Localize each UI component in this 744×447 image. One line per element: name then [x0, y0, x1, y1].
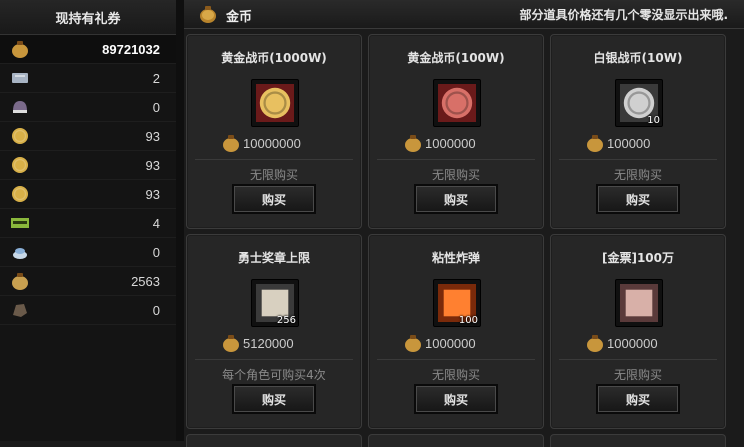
gold-pouch-icon [221, 133, 241, 153]
shop-item-card: 勇士奖章上限 256 5120000 每个角色可购买4次 购买 [186, 234, 362, 429]
item-slot[interactable] [433, 79, 481, 127]
item-price: 1000000 [425, 136, 476, 151]
gold-pouch-icon [403, 333, 423, 353]
item-price: 1000000 [425, 336, 476, 351]
gold-coin-icon [256, 84, 294, 122]
category-title: 金币 [226, 10, 253, 25]
purchase-limit: 无限购买 [249, 168, 298, 182]
gold-coin-icon [10, 126, 30, 146]
scrollbar[interactable] [176, 0, 184, 441]
coupon-row[interactable]: 2563 [0, 267, 176, 296]
gold-pouch-icon [221, 333, 241, 353]
card-divider [377, 359, 535, 360]
item-quantity: 100 [458, 315, 478, 326]
gold-pouch-icon [200, 6, 216, 23]
item-quantity: 10 [647, 115, 660, 126]
purchase-limit: 无限购买 [431, 168, 480, 182]
helmet-icon [10, 97, 30, 117]
item-slot[interactable] [615, 279, 663, 327]
coupon-row[interactable]: 93 [0, 180, 176, 209]
gold-coin-icon [10, 184, 30, 204]
coupon-value: 93 [145, 157, 160, 173]
copper-coin-icon [438, 84, 476, 122]
item-name: 粘性炸弹 [431, 251, 480, 265]
item-name: 白银战币(10W) [593, 51, 683, 65]
item-name: 勇士奖章上限 [237, 251, 310, 265]
buy-button[interactable]: 购买 [596, 184, 680, 214]
gold-pouch-icon [403, 133, 423, 153]
item-name: 黄金战币(1000W) [221, 51, 327, 65]
item-price: 100000 [607, 136, 651, 151]
coupon-value: 89721032 [102, 41, 160, 57]
item-slot[interactable]: 100 [433, 279, 481, 327]
purchase-limit: 无限购买 [613, 168, 662, 182]
coupon-row[interactable]: 0 [0, 93, 176, 122]
ore-icon [10, 300, 30, 320]
coupon-row[interactable]: 2 [0, 64, 176, 93]
ticket-icon [10, 68, 30, 88]
coupon-list: 89721032 2 0 93 93 93 4 0 2563 0 [0, 35, 176, 325]
gold-ticket-icon [620, 284, 658, 322]
item-price: 1000000 [607, 336, 658, 351]
coupon-row[interactable]: 0 [0, 238, 176, 267]
coupon-row[interactable]: 93 [0, 151, 176, 180]
shop-item-card: [金票]100万 1000000 无限购买 购买 [550, 234, 726, 429]
purchase-limit: 无限购买 [431, 368, 480, 382]
coupon-row[interactable]: 0 [0, 296, 176, 325]
card-divider [195, 359, 353, 360]
category-header: 金币 部分道具价格还有几个零没显示出来哦. [184, 0, 744, 29]
gold-bag-icon [10, 271, 30, 291]
coupon-value: 93 [145, 128, 160, 144]
purchase-limit: 无限购买 [613, 368, 662, 382]
gold-pouch-icon [585, 133, 605, 153]
buy-button[interactable]: 购买 [232, 384, 316, 414]
coupon-value: 0 [152, 302, 160, 318]
card-divider [559, 159, 717, 160]
buy-button[interactable]: 购买 [596, 384, 680, 414]
coupon-value: 2 [152, 70, 160, 86]
price-notice: 部分道具价格还有几个零没显示出来哦. [519, 8, 728, 22]
shop-item-card: 粘性炸弹 100 1000000 无限购买 购买 [368, 234, 544, 429]
coupon-value: 2563 [131, 273, 160, 289]
shop-item-card: 黄金战币(100W) 1000000 无限购买 购买 [368, 34, 544, 229]
coupon-row[interactable]: 89721032 [0, 35, 176, 64]
gold-coin-icon [10, 155, 30, 175]
purchase-limit: 每个角色可购买4次 [222, 368, 326, 382]
coupon-row[interactable]: 4 [0, 209, 176, 238]
item-price: 10000000 [243, 136, 301, 151]
buy-button[interactable]: 购买 [232, 184, 316, 214]
coupon-value: 4 [152, 215, 160, 231]
item-slot[interactable]: 10 [615, 79, 663, 127]
buy-button[interactable]: 购买 [414, 184, 498, 214]
coupon-value: 93 [145, 186, 160, 202]
shop-item-card: 白银战币(10W) 10 100000 无限购买 购买 [550, 34, 726, 229]
item-slot[interactable] [251, 79, 299, 127]
card-divider [559, 359, 717, 360]
item-quantity: 256 [276, 315, 296, 326]
gold-pouch-icon [10, 39, 30, 59]
coupon-value: 0 [152, 99, 160, 115]
coupon-row[interactable]: 93 [0, 122, 176, 151]
card-divider [377, 159, 535, 160]
coupon-panel-title: 现持有礼券 [0, 0, 176, 35]
item-name: 黄金战币(100W) [407, 51, 505, 65]
gold-pouch-icon [585, 333, 605, 353]
coupon-panel: 现持有礼券 89721032 2 0 93 93 93 4 0 2563 0 [0, 0, 177, 441]
card-divider [195, 159, 353, 160]
cup-icon [10, 242, 30, 262]
shop-item-card: 黄金战币(1000W) 10000000 无限购买 购买 [186, 34, 362, 229]
buy-button[interactable]: 购买 [414, 384, 498, 414]
item-price: 5120000 [243, 336, 294, 351]
voucher-icon [10, 213, 30, 233]
item-name: [金票]100万 [601, 251, 675, 265]
coupon-value: 0 [152, 244, 160, 260]
item-slot[interactable]: 256 [251, 279, 299, 327]
